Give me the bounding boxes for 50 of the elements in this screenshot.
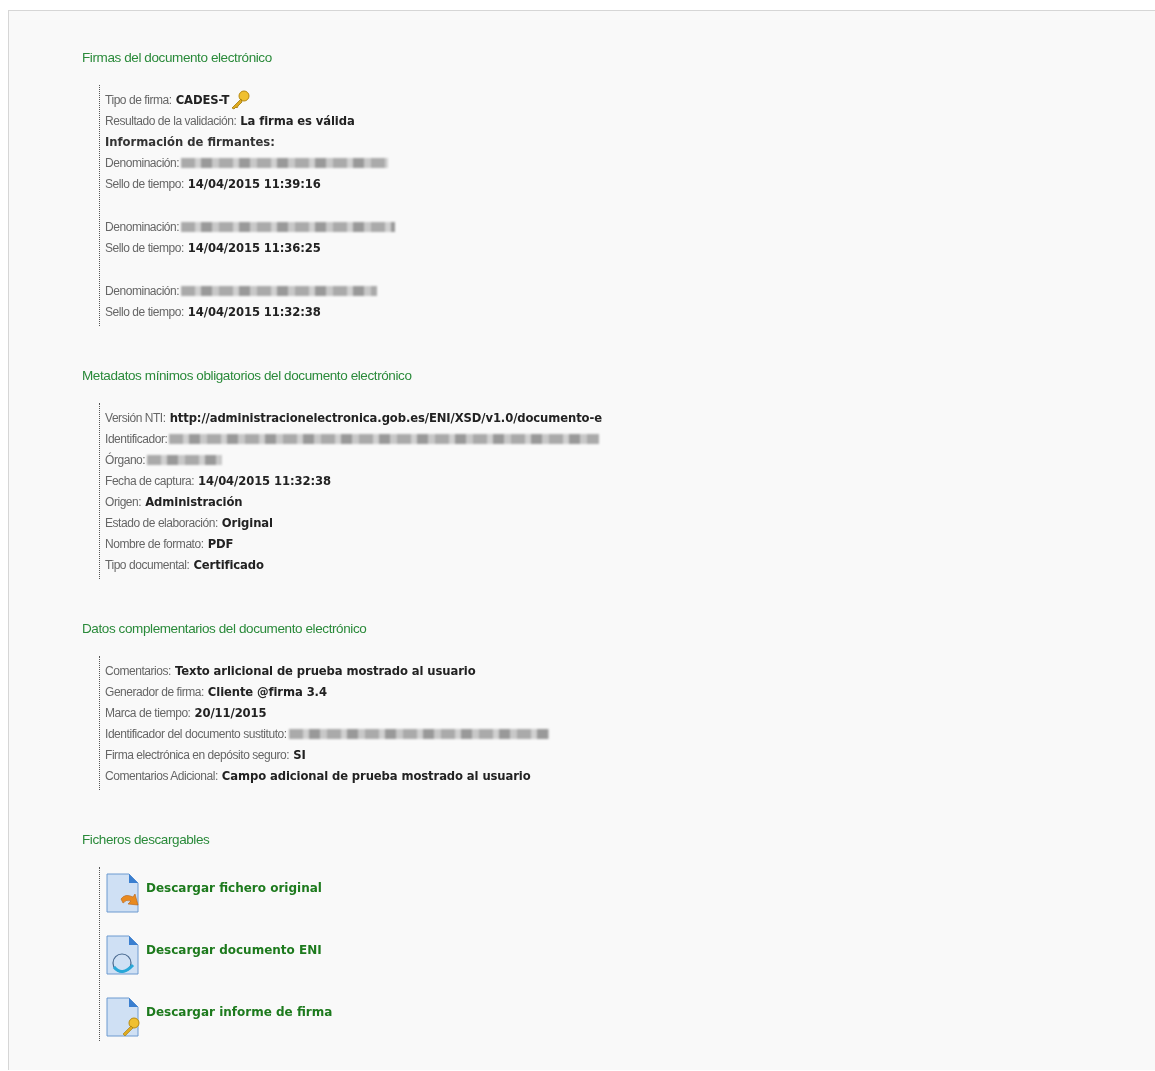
field-value: Texto arlicional de prueba mostrado al usuario — [174, 663, 476, 678]
field-value: Original — [221, 515, 273, 530]
field-value: 14/04/2015 11:32:38 — [198, 473, 331, 488]
field-label: Fecha de captura: — [105, 473, 195, 488]
section-title: Ficheros descargables — [82, 831, 210, 849]
field-label: Sello de tiempo: — [105, 304, 184, 319]
field-label: Denominación: — [105, 219, 180, 234]
field-value: 14/04/2015 11:36:25 — [187, 240, 321, 255]
field-label: Sello de tiempo: — [105, 176, 184, 191]
field-label: Generador de firma: — [105, 684, 204, 699]
download-link[interactable]: Descargar fichero original — [146, 881, 322, 895]
field-value: 14/04/2015 11:39:16 — [187, 176, 321, 191]
field-label: Versión NTI: — [105, 410, 166, 425]
key-icon — [229, 89, 252, 110]
field-value: SI — [293, 747, 306, 762]
field-label: Órgano: — [105, 452, 146, 467]
download-link[interactable]: Descargar informe de firma — [146, 1005, 333, 1019]
field-label: Denominación: — [105, 155, 180, 170]
field-value: La firma es válida — [240, 113, 355, 128]
field-label: Sello de tiempo: — [105, 240, 184, 255]
field-label: Tipo de firma: — [105, 92, 172, 107]
field-label: Estado de elaboración: — [105, 515, 218, 530]
field-value: CADES-T — [175, 92, 230, 107]
field-label: Resultado de la validación: — [105, 113, 237, 128]
field-label: Origen: — [105, 494, 142, 509]
field-label: Comentarios Adicional: — [105, 768, 218, 783]
signers-heading: Información de firmantes: — [105, 134, 275, 149]
document-eni-icon[interactable] — [105, 935, 141, 975]
field-value: Certificado — [193, 557, 264, 572]
field-value: PDF — [207, 536, 234, 551]
section-title: Datos complementarios del documento electrónico — [82, 620, 367, 638]
field-label: Firma electrónica en depósito seguro: — [105, 747, 290, 762]
field-value: 20/11/2015 — [194, 705, 267, 720]
document-key-icon[interactable] — [105, 997, 141, 1037]
field-label: Nombre de formato: — [105, 536, 204, 551]
field-label: Identificador del documento sustituto: — [105, 726, 287, 741]
section-title: Metadatos mínimos obligatorios del documento electrónico — [82, 367, 412, 385]
field-value: http://administracionelectronica.gob.es/ENI/XSD/v1.0/documento-e — [169, 410, 602, 425]
field-label: Comentarios: — [105, 663, 171, 678]
document-download-icon[interactable] — [105, 873, 141, 913]
download-link[interactable]: Descargar documento ENI — [146, 943, 322, 957]
field-label: Denominación: — [105, 283, 180, 298]
field-value: Administración — [145, 494, 243, 509]
field-value: Campo adicional de prueba mostrado al usuario — [221, 768, 531, 783]
field-label: Tipo documental: — [105, 557, 190, 572]
field-value: Cliente @firma 3.4 — [207, 684, 327, 699]
field-label: Marca de tiempo: — [105, 705, 191, 720]
field-label: Identificador: — [105, 431, 168, 446]
field-value: 14/04/2015 11:32:38 — [187, 304, 321, 319]
section-title: Firmas del documento electrónico — [82, 49, 272, 67]
